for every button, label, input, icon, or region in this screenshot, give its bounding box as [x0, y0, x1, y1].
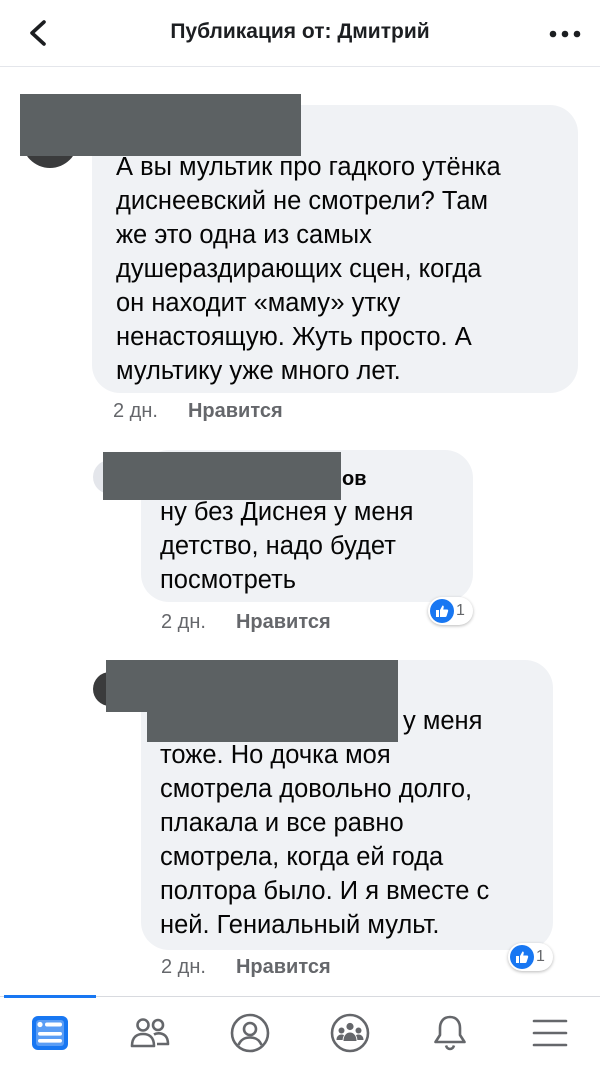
reaction-count[interactable]: 1 [428, 597, 473, 625]
profile-icon [230, 1013, 270, 1053]
nav-profile[interactable] [228, 1011, 272, 1055]
thumbs-up-icon [510, 945, 534, 969]
nav-friends[interactable] [128, 1011, 172, 1055]
redacted-author-name [103, 452, 341, 500]
nav-notifications[interactable] [428, 1011, 472, 1055]
reaction-count-label: 1 [536, 948, 545, 965]
more-dots-icon [549, 30, 581, 38]
like-button[interactable]: Нравится [236, 956, 331, 978]
bottom-navigation [0, 995, 600, 1067]
comment-text-fragment: у меня [403, 707, 483, 735]
more-options-button[interactable] [548, 24, 582, 44]
page-title: Публикация от: Дмитрий [170, 20, 430, 43]
comment-text: ну без Диснея у меня детство, надо будет… [160, 498, 414, 594]
nav-groups[interactable] [328, 1011, 372, 1055]
top-bar: Публикация от: Дмитрий [0, 0, 600, 67]
redacted-text [147, 698, 398, 742]
comment-time: 2 дн. [113, 400, 158, 422]
comment-text: А вы мультик про гадкого утёнка диснеевс… [116, 153, 501, 385]
comment-actions: 2 дн. Нравится [161, 611, 331, 634]
groups-icon [330, 1013, 370, 1053]
friends-icon [130, 1018, 170, 1048]
active-tab-indicator [4, 995, 96, 998]
comment-actions: 2 дн. Нравится [113, 400, 283, 423]
nav-menu[interactable] [528, 1011, 572, 1055]
like-button[interactable]: Нравится [236, 611, 331, 633]
redacted-author-name [20, 94, 301, 156]
reaction-count-label: 1 [456, 602, 465, 619]
author-name-suffix: ов [342, 468, 367, 490]
nav-feed[interactable] [28, 1011, 72, 1055]
like-button[interactable]: Нравится [188, 400, 283, 422]
reaction-count[interactable]: 1 [508, 943, 553, 971]
comment-time: 2 дн. [161, 611, 206, 633]
comment-text: тоже. Но дочка моя смотрела довольно дол… [160, 741, 490, 939]
comment-actions: 2 дн. Нравится [161, 956, 331, 979]
notifications-icon [434, 1015, 466, 1051]
menu-icon [532, 1019, 568, 1047]
comment-time: 2 дн. [161, 956, 206, 978]
feed-icon [32, 1016, 68, 1050]
thumbs-up-icon [430, 599, 454, 623]
